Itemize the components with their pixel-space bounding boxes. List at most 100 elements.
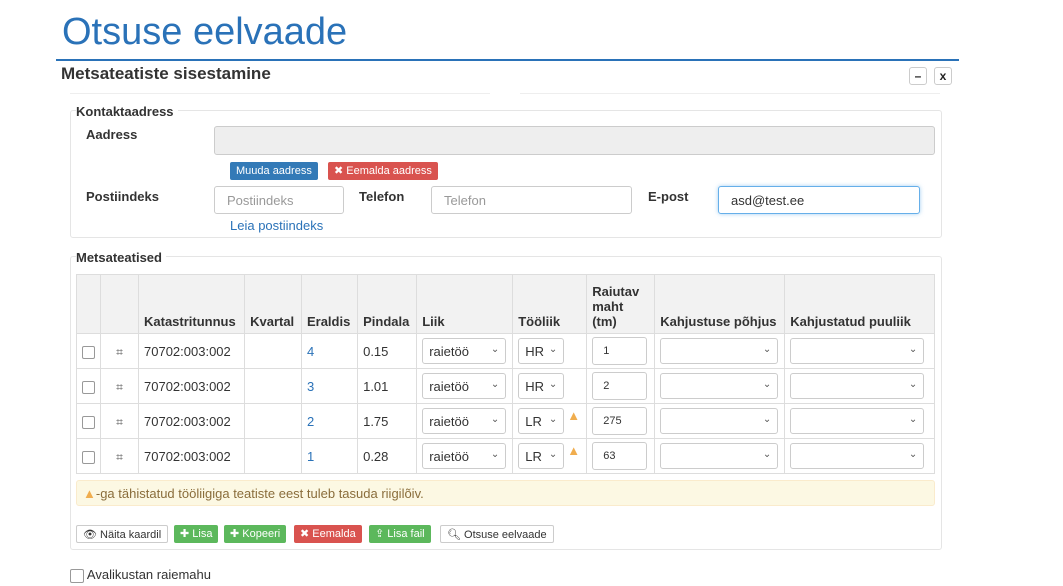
cell-pindala: 1.01 <box>357 368 418 404</box>
row-select-cell <box>76 333 101 369</box>
cell-kvartal <box>244 438 302 474</box>
add-file-button[interactable]: ⇪ Lisa fail <box>369 525 431 543</box>
chevron-down-icon: ⌄ <box>908 379 918 390</box>
liik-select[interactable]: raietöö ⌄ <box>422 373 507 399</box>
chevron-down-icon: ⌄ <box>548 344 558 355</box>
notices-legend: Metsateatised <box>76 250 166 265</box>
email-label: E-post <box>648 189 689 204</box>
cell-kvartal <box>244 333 302 369</box>
col-map <box>100 274 139 334</box>
damage-cause-select[interactable]: ⌄ <box>660 443 779 469</box>
tooliik-select[interactable]: LR ⌄ <box>518 443 565 469</box>
row-select-cell <box>76 368 101 404</box>
chevron-down-icon: ⌄ <box>762 379 772 390</box>
chevron-down-icon: ⌄ <box>762 344 772 355</box>
volume-input[interactable]: 275 <box>592 407 648 435</box>
add-button[interactable]: ✚ Lisa <box>174 525 219 543</box>
damaged-species-select[interactable]: ⌄ <box>790 338 925 364</box>
remove-icon: ✖ <box>334 165 347 177</box>
divider <box>70 86 490 94</box>
chevron-down-icon: ⌄ <box>490 344 500 355</box>
chevron-down-icon: ⌄ <box>490 414 500 425</box>
chevron-down-icon: ⌄ <box>762 449 772 460</box>
fee-alert: ▲-ga tähistatud tööliigiga teatiste eest… <box>76 480 935 506</box>
liik-select[interactable]: raietöö ⌄ <box>422 408 507 434</box>
contact-legend: Kontaktaadress <box>76 104 178 119</box>
damaged-species-select[interactable]: ⌄ <box>790 373 925 399</box>
cell-tooliik: LR ⌄ ▲ <box>512 403 588 439</box>
tooliik-select[interactable]: LR ⌄ <box>518 408 565 434</box>
tooliik-select[interactable]: HR ⌄ <box>518 338 565 364</box>
cell-tooliik: LR ⌄ ▲ <box>512 438 588 474</box>
chevron-down-icon: ⌄ <box>490 449 500 460</box>
damaged-species-select[interactable]: ⌄ <box>790 408 925 434</box>
public-volume-checkbox[interactable] <box>70 568 84 583</box>
remove-address-button[interactable]: ✖ Eemalda aadress <box>328 162 438 180</box>
chevron-down-icon: ⌄ <box>548 414 558 425</box>
volume-input[interactable]: 2 <box>592 372 648 400</box>
col-tooliik: Tööliik <box>512 274 588 334</box>
map-icon[interactable]: ⌗ <box>116 451 123 463</box>
liik-select[interactable]: raietöö ⌄ <box>422 443 507 469</box>
email-input[interactable]: asd@test.ee <box>718 186 920 214</box>
phone-input[interactable]: Telefon <box>431 186 632 214</box>
cell-pindala: 0.28 <box>357 438 418 474</box>
postal-input[interactable]: Postiindeks <box>214 186 344 214</box>
row-select-cell <box>76 438 101 474</box>
col-kvartal: Kvartal <box>244 274 302 334</box>
page-title: Otsuse eelvaade <box>62 11 348 53</box>
map-icon[interactable]: ⌗ <box>116 381 123 393</box>
volume-input[interactable]: 63 <box>592 442 648 470</box>
cell-liik: raietöö ⌄ <box>416 438 514 474</box>
col-select <box>76 274 101 334</box>
cell-pindala: 1.75 <box>357 403 418 439</box>
show-map-button[interactable]: 👁 Näita kaardil <box>76 525 169 543</box>
public-volume-option[interactable]: Avalikustan raiemahu <box>70 567 211 583</box>
cell-eraldis-link[interactable]: 3 <box>300 368 359 404</box>
row-checkbox[interactable] <box>82 380 95 394</box>
volume-input[interactable]: 1 <box>592 337 648 365</box>
remove-button[interactable]: ✖ Eemalda <box>294 525 362 543</box>
liik-select[interactable]: raietöö ⌄ <box>422 338 507 364</box>
decision-preview-button[interactable]: 🔍︎ Otsuse eelvaade <box>440 525 554 543</box>
row-checkbox[interactable] <box>82 450 95 464</box>
cell-katastritunnus: 70702:003:002 <box>137 368 246 404</box>
cell-eraldis-link[interactable]: 1 <box>300 438 359 474</box>
row-map-cell: ⌗ <box>100 368 139 404</box>
damage-cause-select[interactable]: ⌄ <box>660 373 779 399</box>
table-row: ⌗ 70702:003:002 3 1.01 raietöö ⌄ HR ⌄ 2 ⌄ ⌄ <box>76 368 935 404</box>
address-field[interactable] <box>214 126 935 155</box>
modal-title: Metsateatiste sisestamine <box>61 64 271 83</box>
close-button[interactable]: x <box>934 67 952 85</box>
damaged-species-select[interactable]: ⌄ <box>790 443 925 469</box>
cell-raiutav-maht: 63 <box>586 438 656 474</box>
change-address-button[interactable]: Muuda aadress <box>230 162 318 180</box>
cell-pindala: 0.15 <box>357 333 418 369</box>
cell-raiutav-maht: 275 <box>586 403 656 439</box>
find-postal-link[interactable]: Leia postiindeks <box>230 218 323 233</box>
cell-raiutav-maht: 1 <box>586 333 656 369</box>
chevron-down-icon: ⌄ <box>908 449 918 460</box>
row-checkbox[interactable] <box>82 415 95 429</box>
row-checkbox[interactable] <box>82 345 95 359</box>
search-icon: 🔍︎ <box>447 529 465 541</box>
eye-icon: 👁 <box>83 529 101 541</box>
col-raiutav-maht: Raiutav maht (tm) <box>586 274 656 334</box>
damage-cause-select[interactable]: ⌄ <box>660 338 779 364</box>
cell-raiutav-maht: 2 <box>586 368 656 404</box>
plus-icon: ✚ <box>180 528 193 540</box>
cell-eraldis-link[interactable]: 4 <box>300 333 359 369</box>
cell-liik: raietöö ⌄ <box>416 368 514 404</box>
col-eraldis: Eraldis <box>300 274 359 334</box>
address-label: Aadress <box>86 127 138 142</box>
minimize-button[interactable]: – <box>909 67 927 85</box>
copy-button[interactable]: ✚ Kopeeri <box>224 525 287 543</box>
map-icon[interactable]: ⌗ <box>116 416 123 428</box>
divider <box>520 86 940 94</box>
map-icon[interactable]: ⌗ <box>116 346 123 358</box>
row-map-cell: ⌗ <box>100 333 139 369</box>
damage-cause-select[interactable]: ⌄ <box>660 408 779 434</box>
cell-eraldis-link[interactable]: 2 <box>300 403 359 439</box>
cell-kahjustuse-pohjus: ⌄ <box>654 403 786 439</box>
tooliik-select[interactable]: HR ⌄ <box>518 373 565 399</box>
